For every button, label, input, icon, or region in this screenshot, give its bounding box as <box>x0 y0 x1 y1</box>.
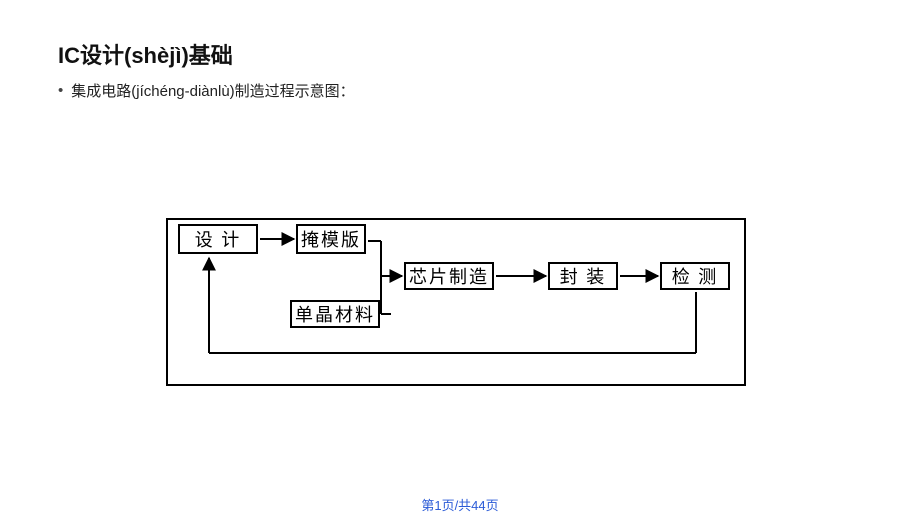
subtitle-text: 集成电路(jíchéng-diànlù)制造过程示意图： <box>71 80 354 101</box>
bullet-icon: • <box>58 82 63 99</box>
box-mono: 单晶材料 <box>290 300 380 328</box>
box-pack: 封 装 <box>548 262 618 290</box>
page-title: IC设计(shèjì)基础 <box>58 38 233 70</box>
page-number: 第1页/共44页 <box>421 495 498 514</box>
subtitle-row: • 集成电路(jíchéng-diànlù)制造过程示意图： <box>58 80 355 101</box>
box-design: 设 计 <box>178 224 258 254</box>
box-chip: 芯片制造 <box>404 262 494 290</box>
box-mask: 掩模版 <box>296 224 366 254</box>
box-test: 检 测 <box>660 262 730 290</box>
